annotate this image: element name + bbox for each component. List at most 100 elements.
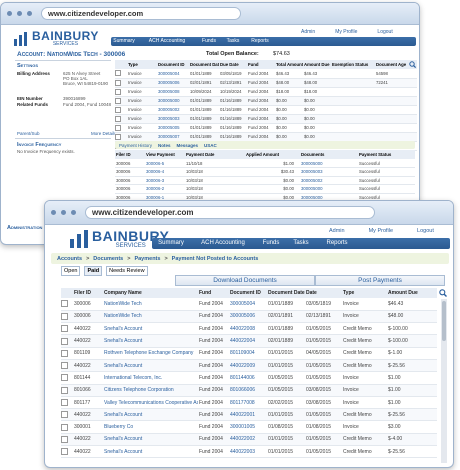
nav-funds[interactable]: Funds — [197, 37, 221, 46]
nav-tasks[interactable]: Tasks — [221, 37, 245, 46]
nav-summary[interactable]: Summary — [152, 238, 190, 249]
table-row[interactable]: Invoice 300005008 10/09/2024 10/19/2024 Fund… — [115, 87, 417, 96]
row-checkbox[interactable] — [61, 362, 68, 370]
my-profile-link[interactable]: My Profile — [369, 228, 393, 234]
document-id-link[interactable]: 300005003 — [157, 114, 189, 123]
row-checkbox[interactable] — [61, 349, 68, 357]
table-row[interactable]: 440022 Snehal's Account Fund 2004 440022003… — [61, 446, 437, 458]
company-name-link[interactable]: Snehal's Account — [103, 433, 198, 445]
document-id-link[interactable]: 300005004 — [229, 298, 267, 310]
company-name-link[interactable]: Blueberry Co — [103, 421, 198, 433]
parent-sub-link[interactable]: Parent/Sub — [17, 131, 40, 136]
table-row[interactable]: Invoice 300005000 01/01/1889 01/16/1889 Fund… — [115, 96, 417, 105]
breadcrumb-accounts[interactable]: Accounts — [57, 256, 82, 262]
table-row[interactable]: Invoice 300005002 01/01/1889 01/16/1889 Fund… — [115, 105, 417, 114]
nav-reports[interactable]: Reports — [245, 37, 275, 46]
table-row[interactable]: 300006 NationWide Tech Fund 2004 300005004 0… — [61, 298, 437, 311]
view-payment-link[interactable]: 300006-4 — [145, 168, 185, 177]
company-name-link[interactable]: Snehal's Account — [103, 359, 198, 371]
tab-payment-history[interactable]: Payment History — [119, 143, 152, 148]
logout-link[interactable]: Logout — [377, 29, 392, 35]
company-name-link[interactable]: Valley Telecommunications Cooperative As… — [103, 396, 198, 408]
scrollbar-thumb[interactable] — [442, 301, 446, 341]
document-id-link[interactable]: 300005006 — [157, 78, 189, 87]
document-id-link[interactable]: 300005006 — [229, 310, 267, 322]
document-id-link[interactable]: 440022001 — [229, 409, 267, 421]
document-id-link[interactable]: 801066006 — [229, 384, 267, 396]
table-row[interactable]: 300006 300006-4 10/03/18 $30.43 300005003 Suc… — [115, 168, 415, 177]
table-row[interactable]: 300006 300006-5 11/10/18 $1.00 300005000 Succ… — [115, 159, 415, 168]
table-row[interactable]: 300006 NationWide Tech Fund 2004 300005006 0… — [61, 310, 437, 323]
row-checkbox[interactable] — [115, 88, 121, 95]
row-checkbox[interactable] — [61, 312, 68, 320]
table-row[interactable]: 440022 Snehal's Account Fund 2004 440022008… — [61, 323, 437, 335]
breadcrumb-documents[interactable]: Documents — [93, 256, 123, 262]
row-checkbox[interactable] — [61, 300, 68, 308]
company-name-link[interactable]: NationWide Tech — [103, 310, 198, 322]
table-row[interactable]: 300006 300006-2 10/03/18 $0.00 300005000 Succ… — [115, 185, 415, 194]
company-name-link[interactable]: Citizens Telephone Corporation — [103, 384, 198, 396]
post-payments-button[interactable]: Post Payments — [315, 275, 445, 286]
tab-notes[interactable]: Notes — [158, 143, 171, 148]
row-checkbox[interactable] — [115, 70, 121, 77]
logout-link[interactable]: Logout — [417, 228, 434, 234]
tab-usac[interactable]: USAC — [204, 143, 217, 148]
row-checkbox[interactable] — [61, 448, 68, 456]
row-checkbox[interactable] — [115, 133, 121, 140]
my-profile-link[interactable]: My Profile — [335, 29, 357, 35]
table-row[interactable]: 440022 Snehal's Account Fund 2004 440022002… — [61, 433, 437, 446]
company-name-link[interactable]: Snehal's Account — [103, 446, 198, 458]
row-checkbox[interactable] — [61, 423, 68, 431]
back-url-bar[interactable]: www.citizendeveloper.com — [41, 7, 241, 20]
tab-open[interactable]: Open — [61, 266, 81, 276]
view-payment-link[interactable]: 300006-2 — [145, 185, 185, 194]
company-name-link[interactable]: International Telecom, Inc. — [103, 372, 198, 384]
table-row[interactable]: 801177 Valley Telecommunications Cooperat… — [61, 396, 437, 409]
document-id-link[interactable]: 300005000 — [157, 96, 189, 105]
company-name-link[interactable]: NationWide Tech — [103, 298, 198, 310]
breadcrumb-payments[interactable]: Payments — [134, 256, 160, 262]
document-id-link[interactable]: 300005004 — [157, 69, 189, 78]
document-id-link[interactable]: 300005008 — [157, 87, 189, 96]
company-name-link[interactable]: Snehal's Account — [103, 335, 198, 347]
admin-link[interactable]: Admin — [301, 29, 315, 35]
document-id-link[interactable]: 801144006 — [229, 372, 267, 384]
documents-link[interactable]: 300005003 — [300, 168, 358, 177]
company-name-link[interactable]: Snehal's Account — [103, 323, 198, 335]
table-row[interactable]: Invoice 300005005 01/01/1889 01/16/1889 Fund… — [115, 123, 417, 132]
admin-link[interactable]: Admin — [329, 228, 345, 234]
search-icon[interactable] — [409, 61, 416, 68]
table-row[interactable]: 440022 Snehal's Account Fund 2004 440022001… — [61, 408, 437, 421]
document-id-link[interactable]: 440022003 — [229, 446, 267, 458]
company-name-link[interactable]: Snehal's Account — [103, 409, 198, 421]
row-checkbox[interactable] — [61, 411, 68, 419]
company-name-link[interactable]: Rothven Telephone Exchange Company — [103, 347, 198, 359]
nav-ach-accounting[interactable]: ACH Accounting — [137, 37, 197, 46]
documents-link[interactable]: 300005000 — [300, 159, 358, 168]
table-row[interactable]: 440022 Snehal's Account Fund 2004 440022004… — [61, 334, 437, 348]
front-url-bar[interactable]: www.citizendeveloper.com — [85, 206, 375, 219]
table-scrollbar[interactable] — [441, 299, 447, 463]
tab-needs-review[interactable]: Needs Review — [106, 266, 148, 276]
row-checkbox[interactable] — [61, 337, 68, 345]
view-payment-link[interactable]: 300006-3 — [145, 176, 185, 185]
row-checkbox[interactable] — [61, 399, 68, 407]
document-id-link[interactable]: 801109004 — [229, 347, 267, 359]
table-row[interactable]: 801144 International Telecom, Inc. Fund 20… — [61, 372, 437, 385]
table-row[interactable]: Invoice 300005004 01/01/1889 03/05/1819 Fund… — [115, 69, 417, 78]
document-id-link[interactable]: 440022002 — [229, 433, 267, 445]
search-icon[interactable] — [439, 289, 447, 297]
table-row[interactable]: Invoice 300005007 01/01/1889 01/16/1889 Fund… — [115, 132, 417, 141]
row-checkbox[interactable] — [115, 97, 121, 104]
download-documents-button[interactable]: Download Documents — [175, 275, 315, 286]
row-checkbox[interactable] — [61, 435, 68, 443]
table-row[interactable]: Invoice 300005006 02/01/1891 02/13/1891 Fund… — [115, 78, 417, 87]
tab-paid[interactable]: Paid — [84, 266, 103, 276]
table-row[interactable]: 801066 Citizens Telephone Corporation Fund… — [61, 384, 437, 397]
tab-messages[interactable]: Messages — [177, 143, 199, 148]
document-id-link[interactable]: 300005005 — [157, 123, 189, 132]
row-checkbox[interactable] — [115, 79, 121, 86]
nav-reports[interactable]: Reports — [316, 238, 358, 249]
row-checkbox[interactable] — [61, 386, 68, 394]
row-checkbox[interactable] — [115, 106, 121, 113]
